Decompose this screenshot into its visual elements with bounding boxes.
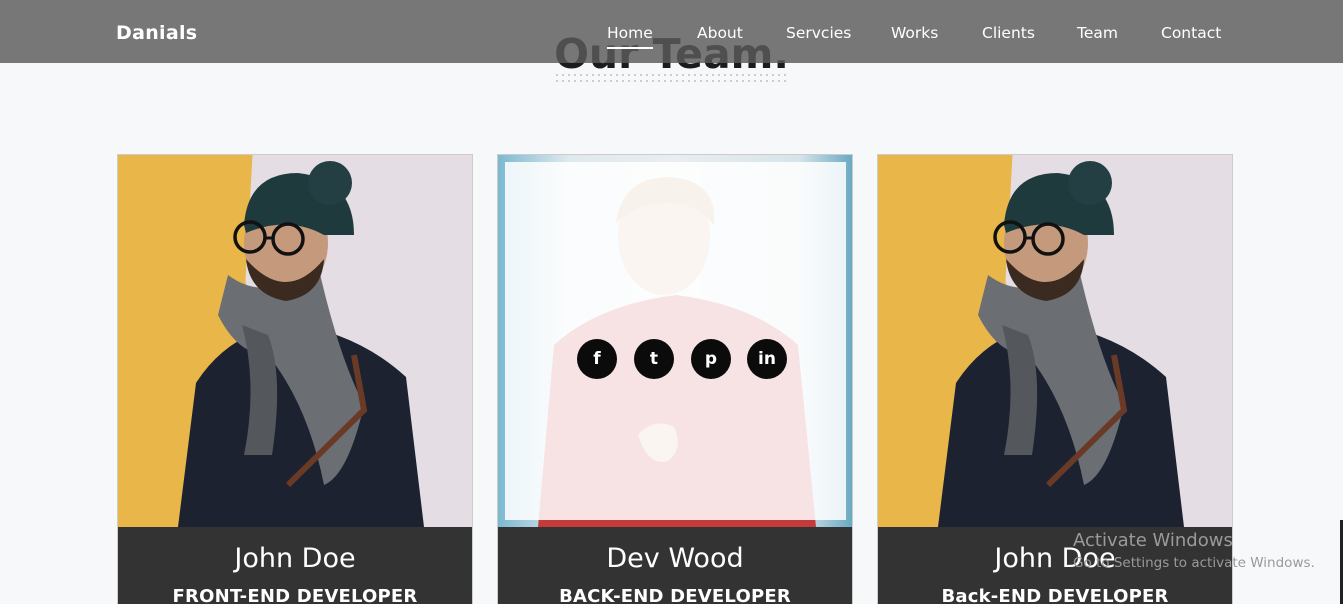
member-role: FRONT-END DEVELOPER [172,586,418,604]
twitter-icon[interactable]: t [634,339,674,379]
windows-activation-watermark: Activate Windows Go to Settings to activ… [1073,530,1315,571]
team-card-info: Dev Wood BACK-END DEVELOPER [498,527,852,604]
top-navbar: Danials Home About Servcies Works Client… [0,0,1343,63]
linkedin-icon[interactable]: in [747,339,787,379]
watermark-title: Activate Windows [1073,530,1233,551]
watermark-subtitle: Go to Settings to activate Windows. [1073,555,1315,571]
team-member-photo [878,155,1232,527]
team-card-info: John Doe FRONT-END DEVELOPER [118,527,472,604]
photo-hover-overlay: f t p in [505,162,846,520]
member-name: Dev Wood [606,543,744,574]
nav-menu: Home About Servcies Works Clients Team C… [0,24,1343,54]
nav-link-contact[interactable]: Contact [1161,24,1221,42]
member-name: John Doe [234,543,356,574]
team-member-photo [118,155,472,527]
person-with-beanie-image [178,161,424,527]
nav-link-about[interactable]: About [697,24,743,42]
nav-link-home[interactable]: Home [607,24,653,49]
nav-link-team[interactable]: Team [1077,24,1118,42]
nav-link-services[interactable]: Servcies [786,24,851,42]
member-role: BACK-END DEVELOPER [559,586,791,604]
person-with-beanie-image [938,161,1184,527]
nav-link-works[interactable]: Works [891,24,938,42]
social-links: f t p in [577,339,788,379]
team-card-2[interactable]: f t p in Dev Wood BACK-END DEVELOPER [497,154,853,604]
facebook-icon[interactable]: f [577,339,617,379]
nav-link-clients[interactable]: Clients [982,24,1035,42]
pinterest-icon[interactable]: p [691,339,731,379]
team-member-photo: f t p in [498,155,852,527]
member-role: Back-END DEVELOPER [941,586,1169,604]
team-card-1[interactable]: John Doe FRONT-END DEVELOPER [117,154,473,604]
